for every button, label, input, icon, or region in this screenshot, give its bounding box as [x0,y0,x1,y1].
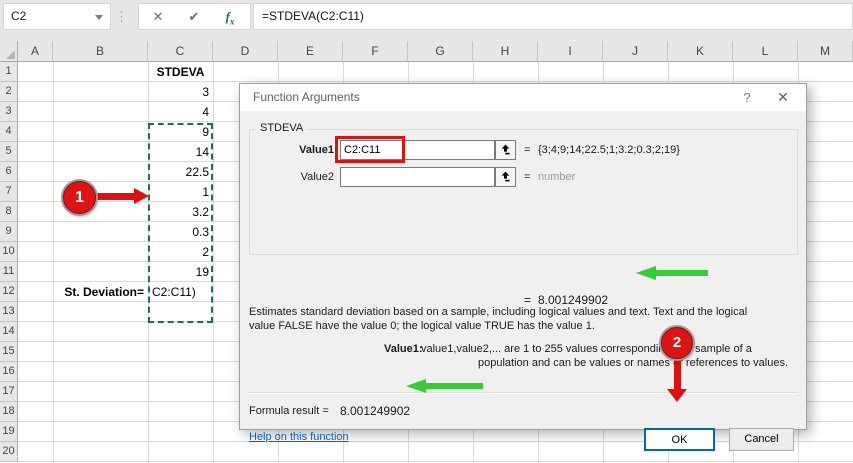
dialog-help-icon[interactable]: ? [732,84,762,111]
value2-input[interactable] [340,167,495,187]
row-header-5[interactable]: 5 [0,142,18,162]
value2-row: Value2 = number [240,167,806,188]
cancel-entry-icon[interactable]: ✕ [145,4,171,29]
formula-result-value: 8.001249902 [340,403,410,419]
dialog-body: STDEVA Value1 = {3;4;9;14;22.5;1;3.2;0.3… [240,111,806,429]
value1-result: {3;4;9;14;22.5;1;3.2;0.3;2;19} [538,140,680,160]
value2-equals: = [524,167,530,187]
column-header-E[interactable]: E [278,41,343,62]
column-header-C[interactable]: C [148,41,213,62]
value2-label: Value2 [240,167,334,187]
step2-badge: 2 [661,327,693,359]
name-box-value: C2 [11,4,26,29]
row-header-4[interactable]: 4 [0,122,18,142]
value1-row: Value1 = {3;4;9;14;22.5;1;3.2;0.3;2;19} [240,140,806,161]
row-header-11[interactable]: 11 [0,262,18,282]
cell-C3[interactable]: 4 [148,102,213,122]
argument-help-line-1: value1,value2,... are 1 to 255 values co… [421,342,799,356]
select-all-corner[interactable] [0,41,18,62]
column-header-K[interactable]: K [668,41,733,62]
value1-equals: = [524,140,530,160]
row-header-2[interactable]: 2 [0,82,18,102]
row-header-9[interactable]: 9 [0,222,18,242]
cancel-button[interactable]: Cancel [729,428,794,451]
column-header-F[interactable]: F [343,41,408,62]
column-header-B[interactable]: B [53,41,148,62]
value2-result: number [538,167,575,187]
name-box-dropdown-icon[interactable] [95,15,103,20]
enter-entry-icon[interactable]: ✔ [181,4,207,29]
value1-collapse-dialog-icon[interactable] [495,140,516,160]
description-line-2: value FALSE have the value 0; the logica… [249,319,797,333]
column-header-G[interactable]: G [408,41,473,62]
column-header-D[interactable]: D [213,41,278,62]
value1-highlight-box [335,136,405,163]
argument-help-line-2: population and can be values or names or… [421,356,799,370]
ok-button[interactable]: OK [644,428,715,451]
formula-result-label: Formula result = [249,403,329,419]
column-header-J[interactable]: J [603,41,668,62]
formula-input[interactable]: =STDEVA(C2:C11) [253,3,853,30]
column-header-A[interactable]: A [18,41,53,62]
step2-arrow-shaft [674,357,681,389]
row-header-8[interactable]: 8 [0,202,18,222]
step1-badge: 1 [63,181,96,214]
row-header-18[interactable]: 18 [0,402,18,422]
selected-range-marquee [148,123,213,323]
dialog-separator [248,392,798,394]
row-header-12[interactable]: 12 [0,282,18,302]
function-description: Estimates standard deviation based on a … [249,305,797,333]
row-header-6[interactable]: 6 [0,162,18,182]
row-header-7[interactable]: 7 [0,182,18,202]
green-arrow-result [636,266,708,280]
row-header-19[interactable]: 19 [0,422,18,442]
formula-text: =STDEVA(C2:C11) [262,4,364,29]
step1-arrow-head [134,188,149,204]
help-on-function-link[interactable]: Help on this function [249,431,349,443]
row-header-15[interactable]: 15 [0,342,18,362]
dialog-title: Function Arguments [253,84,360,111]
step1-arrow-shaft [96,193,134,200]
step2-arrow-head [667,389,687,402]
dialog-close-icon[interactable]: ✕ [768,84,798,111]
dialog-title-bar[interactable]: Function Arguments ? ✕ [240,84,806,111]
row-header-10[interactable]: 10 [0,242,18,262]
formula-bar: C2 ⋮ ✕ ✔ fx =STDEVA(C2:C11) [0,0,853,41]
function-group-label: STDEVA [256,122,307,134]
row-header-20[interactable]: 20 [0,442,18,462]
column-header-H[interactable]: H [473,41,538,62]
row-header-3[interactable]: 3 [0,102,18,122]
column-header-M[interactable]: M [798,41,853,62]
value2-collapse-dialog-icon[interactable] [495,167,516,187]
formula-bar-drag-handle[interactable]: ⋮ [115,4,126,29]
row-header-13[interactable]: 13 [0,302,18,322]
name-box[interactable]: C2 [3,3,111,30]
column-header-L[interactable]: L [733,41,798,62]
formula-result-line: Formula result = 8.001249902 [240,403,806,419]
argument-help-label: Value1: [384,342,423,356]
row-header-17[interactable]: 17 [0,382,18,402]
row-header-1[interactable]: 1 [0,62,18,82]
value1-label: Value1 [240,140,334,160]
function-arguments-dialog: Function Arguments ? ✕ STDEVA Value1 = {… [239,83,807,430]
formula-bar-buttons: ✕ ✔ fx [138,3,251,30]
cell-C2[interactable]: 3 [148,82,213,102]
row-header-16[interactable]: 16 [0,362,18,382]
column-header-I[interactable]: I [538,41,603,62]
insert-function-icon[interactable]: fx [217,4,243,29]
row-header-14[interactable]: 14 [0,322,18,342]
green-arrow-formula-result [406,379,483,393]
cell-B12[interactable]: St. Deviation= [53,282,148,302]
description-line-1: Estimates standard deviation based on a … [249,305,797,319]
cell-C1[interactable]: STDEVA [148,62,213,82]
